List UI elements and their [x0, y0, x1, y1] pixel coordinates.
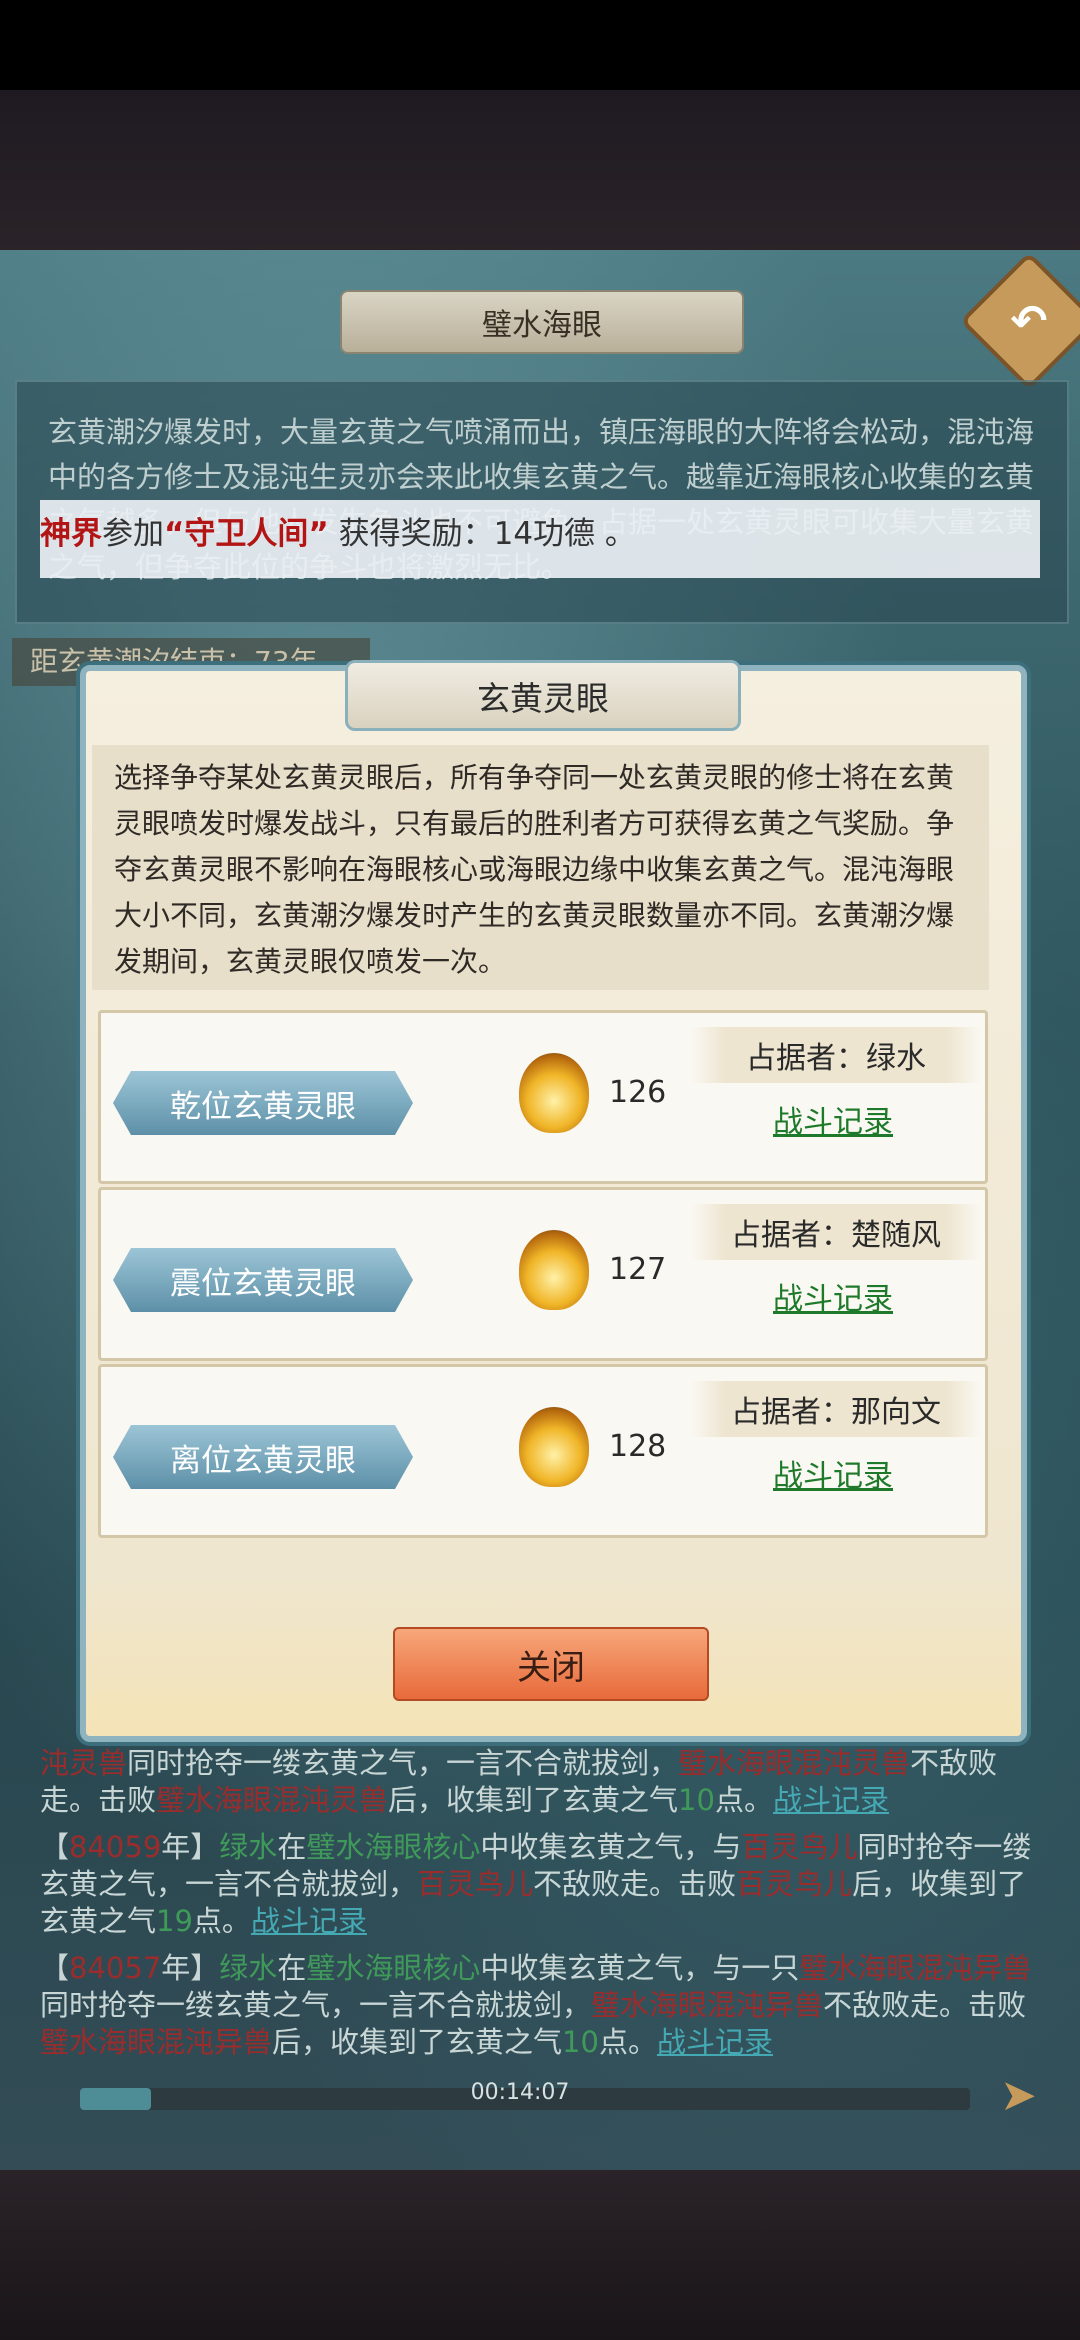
- log-year: 84059: [69, 1830, 162, 1864]
- reward-verb: 参加: [102, 516, 164, 552]
- modal-title: 玄黄灵眼: [345, 660, 741, 731]
- log-text: 中收集玄黄之气，与: [480, 1830, 742, 1864]
- log-enemy: 璧水海眼混沌灵兽: [678, 1746, 911, 1780]
- log-text: 后，收集到了玄黄之气: [272, 2025, 563, 2059]
- log-player: 绿水: [219, 1830, 278, 1864]
- spirit-eye-value: 126: [609, 1075, 667, 1110]
- close-button[interactable]: 关闭: [393, 1627, 709, 1701]
- log-year: 84057: [69, 1951, 162, 1985]
- log-enemy: 璧水海眼混沌异兽: [799, 1951, 1032, 1985]
- log-text: 同时抢夺一缕玄黄之气，一言不合就拔剑，: [127, 1746, 679, 1780]
- battle-record-link[interactable]: 战斗记录: [773, 1097, 893, 1141]
- occupier-label: 占据者：楚随风: [691, 1204, 981, 1260]
- log-enemy: 百灵鸟儿: [736, 1867, 853, 1901]
- log-location: 璧水海眼核心: [306, 1830, 481, 1864]
- log-text: 年】: [161, 1830, 220, 1864]
- log-enemy: 沌灵兽: [40, 1746, 128, 1780]
- spirit-eye-card: 乾位玄黄灵眼 126 占据者：绿水 战斗记录: [98, 1010, 988, 1184]
- occupier-label: 占据者：绿水: [691, 1027, 981, 1083]
- page-title: 璧水海眼: [340, 290, 744, 354]
- log-text: 中收集玄黄之气，与一只: [480, 1951, 800, 1985]
- log-enemy: 百灵鸟儿: [417, 1867, 534, 1901]
- log-amount: 10: [562, 2025, 599, 2059]
- next-arrow-icon[interactable]: ➤: [1000, 2070, 1037, 2121]
- log-text: 不敌败走。击败: [823, 1988, 1027, 2022]
- battle-record-link[interactable]: 战斗记录: [773, 1451, 893, 1495]
- log-enemy: 璧水海眼混沌灵兽: [156, 1783, 389, 1817]
- battle-log: 沌灵兽同时抢夺一缕玄黄之气，一言不合就拔剑，璧水海眼混沌灵兽不敌败走。击败璧水海…: [40, 1745, 1040, 2071]
- status-bar: [0, 0, 1080, 90]
- reward-banner: 神界参加“守卫人间” 获得奖励：14功德 。: [40, 500, 1040, 578]
- progress-fill: [80, 2088, 152, 2110]
- reward-realm: 神界: [40, 516, 102, 552]
- spirit-eye-card: 震位玄黄灵眼 127 占据者：楚随风 战斗记录: [98, 1187, 988, 1361]
- fire-resource-icon: [519, 1053, 589, 1133]
- playback-time: 00:14:07: [470, 2080, 570, 2105]
- log-text: 点。: [598, 2025, 657, 2059]
- spirit-eye-card: 离位玄黄灵眼 128 占据者：那向文 战斗记录: [98, 1364, 988, 1538]
- back-arrow-icon: ↶: [1010, 295, 1048, 347]
- log-text: 【: [40, 1951, 70, 1985]
- log-text: 在: [277, 1951, 307, 1985]
- log-text: 点。: [714, 1783, 773, 1817]
- fire-resource-icon: [519, 1230, 589, 1310]
- log-entry: 【84057年】绿水在璧水海眼核心中收集玄黄之气，与一只璧水海眼混沌异兽同时抢夺…: [40, 1950, 1040, 2061]
- occupier-label: 占据者：那向文: [691, 1381, 981, 1437]
- reward-event: “守卫人间”: [164, 516, 329, 552]
- log-text: 点。: [192, 1904, 251, 1938]
- modal-description: 选择争夺某处玄黄灵眼后，所有争夺同一处玄黄灵眼的修士将在玄黄灵眼喷发时爆发战斗，…: [114, 761, 955, 978]
- log-enemy: 璧水海眼混沌异兽: [591, 1988, 824, 2022]
- log-entry: 沌灵兽同时抢夺一缕玄黄之气，一言不合就拔剑，璧水海眼混沌灵兽不敌败走。击败璧水海…: [40, 1745, 1040, 1819]
- log-battle-link[interactable]: 战斗记录: [657, 2025, 773, 2059]
- spirit-eye-name[interactable]: 乾位玄黄灵眼: [113, 1071, 413, 1135]
- spirit-eye-value: 128: [609, 1429, 667, 1464]
- log-amount: 10: [678, 1783, 715, 1817]
- top-letterbox: [0, 90, 1080, 250]
- log-text: 同时抢夺一缕玄黄之气，一言不合就拔剑，: [40, 1988, 592, 2022]
- log-text: 后，收集到了玄黄之气: [388, 1783, 679, 1817]
- spirit-eye-name[interactable]: 震位玄黄灵眼: [113, 1248, 413, 1312]
- battle-record-link[interactable]: 战斗记录: [773, 1274, 893, 1318]
- log-entry: 【84059年】绿水在璧水海眼核心中收集玄黄之气，与百灵鸟儿同时抢夺一缕玄黄之气…: [40, 1829, 1040, 1940]
- log-enemy: 璧水海眼混沌异兽: [40, 2025, 273, 2059]
- spirit-eye-value: 127: [609, 1252, 667, 1287]
- spirit-eye-name[interactable]: 离位玄黄灵眼: [113, 1425, 413, 1489]
- log-text: 在: [277, 1830, 307, 1864]
- log-text: 【: [40, 1830, 70, 1864]
- log-battle-link[interactable]: 战斗记录: [251, 1904, 367, 1938]
- reward-suffix: 获得奖励：14功德 。: [328, 516, 636, 552]
- log-text: 不敌败走。击败: [533, 1867, 737, 1901]
- fire-resource-icon: [519, 1407, 589, 1487]
- log-amount: 19: [156, 1904, 193, 1938]
- log-location: 璧水海眼核心: [306, 1951, 481, 1985]
- log-text: 年】: [161, 1951, 220, 1985]
- bottom-letterbox: [0, 2170, 1080, 2340]
- log-enemy: 百灵鸟儿: [741, 1830, 858, 1864]
- log-player: 绿水: [219, 1951, 278, 1985]
- log-battle-link[interactable]: 战斗记录: [773, 1783, 889, 1817]
